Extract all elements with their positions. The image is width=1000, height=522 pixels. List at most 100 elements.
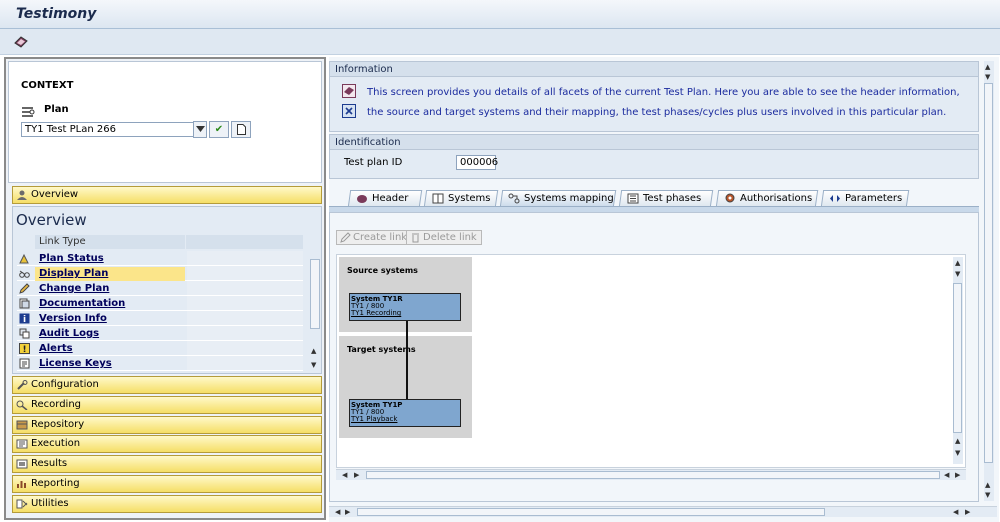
delete-link-button[interactable]: Delete link <box>406 230 482 245</box>
main-toolbar <box>0 29 1000 55</box>
scroll-left-icon[interactable]: ◀ <box>342 471 347 479</box>
book-icon <box>342 84 356 98</box>
plan-label: Plan <box>44 104 69 115</box>
tab-test-phases[interactable]: Test phases <box>618 190 714 207</box>
scroll-down-icon[interactable]: ▼ <box>955 449 960 457</box>
link-row-documentation[interactable]: Documentation <box>17 296 303 311</box>
mapping-connector[interactable] <box>406 321 408 401</box>
nav-section-recording[interactable]: Recording <box>12 396 322 414</box>
link-row-display-plan[interactable]: Display Plan <box>17 266 303 281</box>
context-panel: CONTEXT Plan TY1 Test PLan 266 ✔ <box>8 61 322 183</box>
nav-section-configuration[interactable]: Configuration <box>12 376 322 394</box>
scroll-down-icon[interactable]: ▼ <box>955 270 960 278</box>
information-line-2: the source and target systems and their … <box>367 107 947 118</box>
plan-icon <box>22 107 35 117</box>
alert-icon: ! <box>19 343 30 354</box>
scroll-up-icon[interactable]: ▲ <box>955 259 960 267</box>
tab-header[interactable]: Header <box>347 190 423 207</box>
new-plan-button[interactable] <box>231 121 251 138</box>
scroll-left-icon[interactable]: ◀ <box>953 508 958 516</box>
nav-section-utilities[interactable]: Utilities <box>12 495 322 513</box>
scroll-up-icon[interactable]: ▲ <box>955 437 960 445</box>
close-icon[interactable] <box>342 104 356 118</box>
info-icon: i <box>19 313 30 324</box>
nav-section-results[interactable]: Results <box>12 455 322 473</box>
scroll-left-icon[interactable]: ◀ <box>944 471 949 479</box>
scrollbar-thumb[interactable] <box>984 83 993 463</box>
source-system-box[interactable]: System TY1R TY1 / 800 TY1 Recording <box>349 293 461 321</box>
plan-dropdown-button[interactable] <box>193 121 207 138</box>
link-row-version-info[interactable]: i Version Info <box>17 311 303 326</box>
test-plan-id-label: Test plan ID <box>344 157 403 168</box>
link-row-plan-status[interactable]: Plan Status <box>17 251 303 266</box>
tab-authorisations[interactable]: Authorisations <box>715 190 819 207</box>
scrollbar-thumb[interactable] <box>366 471 940 479</box>
link-row-license-keys[interactable]: License Keys <box>17 356 303 371</box>
overview-panel: Overview Link Type Plan Status Display P… <box>12 206 322 374</box>
mapping-canvas: Source systems Target systems System TY1… <box>336 254 966 468</box>
scroll-right-icon[interactable]: ▶ <box>965 508 970 516</box>
create-link-button[interactable]: Create link <box>336 230 413 245</box>
link-row-change-plan[interactable]: Change Plan <box>17 281 303 296</box>
scroll-right-icon[interactable]: ▶ <box>345 508 350 516</box>
detail-horizontal-scrollbar[interactable]: ◀ ▶ ◀ ▶ <box>329 506 997 517</box>
documentation-icon <box>19 298 30 309</box>
pencil-icon <box>19 283 30 294</box>
link-row-audit-logs[interactable]: Audit Logs <box>17 326 303 341</box>
results-icon <box>16 459 28 469</box>
scrollbar-thumb[interactable] <box>310 259 320 329</box>
information-line-1: This screen provides you details of all … <box>367 87 960 98</box>
source-systems-title: Source systems <box>347 266 418 275</box>
scroll-down-icon[interactable]: ▼ <box>985 491 990 499</box>
test-plan-id-field[interactable]: 000006 <box>456 155 498 170</box>
link-list-scrollbar[interactable]: ▲ ▼ <box>309 257 321 371</box>
license-key-icon <box>19 358 30 369</box>
scroll-right-icon[interactable]: ▶ <box>354 471 359 479</box>
blank-page-icon <box>236 124 246 135</box>
nav-section-overview[interactable]: Overview <box>12 186 322 204</box>
book-icon[interactable] <box>13 34 29 50</box>
nav-section-repository[interactable]: Repository <box>12 416 322 434</box>
plan-select[interactable]: TY1 Test PLan 266 <box>21 122 205 137</box>
canvas-horizontal-scrollbar[interactable]: ◀ ▶ ◀ ▶ <box>336 469 966 480</box>
canvas-vertical-scrollbar[interactable]: ▲ ▼ ▲ ▼ <box>953 257 963 464</box>
person-icon <box>17 190 27 200</box>
scroll-right-icon[interactable]: ▶ <box>955 471 960 479</box>
scroll-down-icon[interactable]: ▼ <box>311 361 316 369</box>
scrollbar-thumb[interactable] <box>357 508 825 516</box>
title-bar: Testimony <box>0 0 1000 29</box>
status-icon <box>19 253 29 264</box>
navigation-pane: CONTEXT Plan TY1 Test PLan 266 ✔ Overvie… <box>4 57 326 520</box>
window-title: Testimony <box>16 6 97 22</box>
tab-systems[interactable]: Systems <box>423 190 499 207</box>
tab-parameters[interactable]: Parameters <box>820 190 910 207</box>
detail-vertical-scrollbar[interactable]: ▲ ▼ ▲ ▼ <box>984 61 994 501</box>
reporting-icon <box>17 481 26 488</box>
scrollbar-thumb[interactable] <box>953 283 962 433</box>
scroll-up-icon[interactable]: ▲ <box>985 63 990 71</box>
information-header: Information <box>330 62 978 77</box>
link-row-alerts[interactable]: ! Alerts <box>17 341 303 356</box>
nav-section-execution[interactable]: Execution <box>12 435 322 453</box>
scroll-down-icon[interactable]: ▼ <box>985 73 990 81</box>
tab-systems-mapping[interactable]: Systems mapping <box>499 190 617 207</box>
scroll-up-icon[interactable]: ▲ <box>311 347 316 355</box>
nav-section-reporting[interactable]: Reporting <box>12 475 322 493</box>
link-type-header: Link Type <box>35 235 185 249</box>
target-system-box[interactable]: System TY1P TY1 / 800 TY1 Playback <box>349 399 461 427</box>
parameters-icon <box>830 195 840 202</box>
svg-text:i: i <box>23 315 26 324</box>
confirm-plan-button[interactable]: ✔ <box>209 121 229 138</box>
scroll-left-icon[interactable]: ◀ <box>335 508 340 516</box>
glasses-icon <box>19 270 30 278</box>
test-phases-icon <box>627 193 639 204</box>
scroll-up-icon[interactable]: ▲ <box>985 481 990 489</box>
identification-section: Identification Test plan ID 000006 <box>329 134 979 179</box>
systems-mapping-content: Create link Delete link Source systems T… <box>329 212 979 502</box>
trash-icon <box>412 233 419 243</box>
execution-icon <box>16 439 28 449</box>
systems-icon <box>432 193 444 204</box>
repository-icon <box>16 420 28 430</box>
header-icon <box>357 195 367 203</box>
mapping-icon <box>508 193 520 204</box>
